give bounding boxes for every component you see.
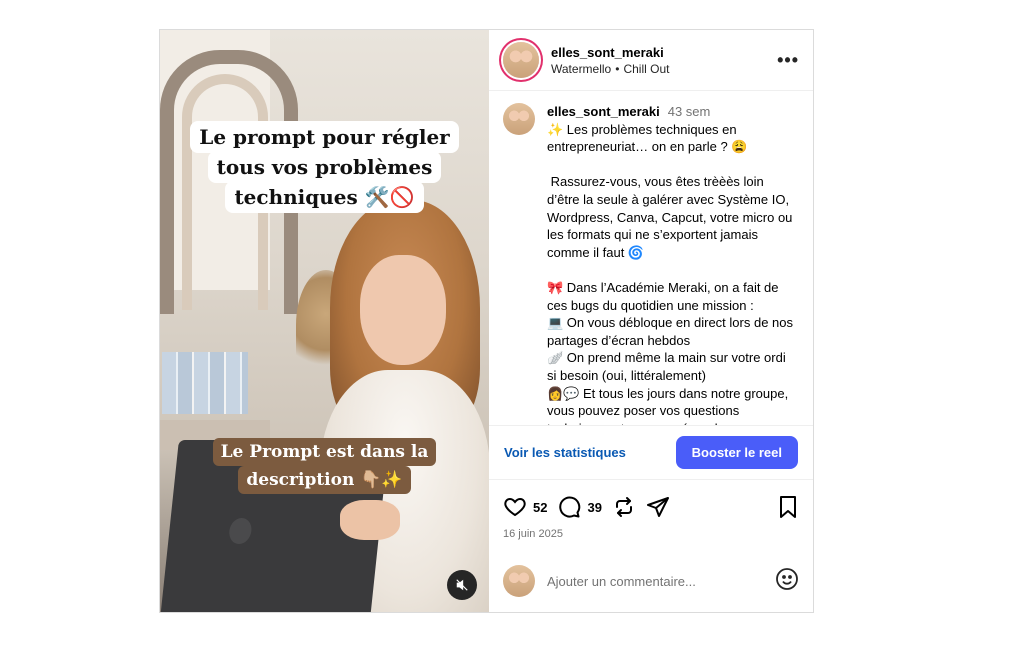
audio-track[interactable]: Chill Out	[623, 62, 669, 76]
post-header: elles_sont_meraki Watermello • Chill Out •…	[489, 30, 813, 91]
audio-artist[interactable]: Watermello	[551, 62, 611, 76]
reel-video[interactable]: Le prompt pour régler tous vos problèmes…	[160, 30, 489, 612]
person-face	[360, 255, 446, 365]
caption-username[interactable]: elles_sont_meraki	[547, 104, 660, 119]
audio-info: Watermello • Chill Out	[551, 62, 777, 76]
caption-line: Le Prompt est dans la	[212, 438, 437, 466]
caption-time: 43 sem	[667, 104, 711, 119]
bookmark-icon	[780, 496, 796, 518]
video-title-overlay: Le prompt pour régler tous vos problèmes…	[160, 121, 489, 213]
like-count: 52	[533, 499, 548, 515]
view-insights-link[interactable]: Voir les statistiques	[504, 445, 626, 460]
like-button[interactable]: 52	[503, 495, 547, 519]
caption-body: elles_sont_meraki 43 sem ✨ Les problèmes …	[547, 103, 797, 425]
action-bar: 52 39 16 juin 2025	[489, 479, 813, 540]
photo-wall	[162, 352, 248, 414]
share-button[interactable]	[646, 495, 670, 519]
person-hand	[340, 500, 400, 540]
title-line: tous vos problèmes	[207, 151, 442, 183]
smiley-icon	[776, 567, 798, 590]
reel-post: Le prompt pour régler tous vos problèmes…	[159, 29, 814, 613]
separator: •	[615, 61, 620, 76]
more-options-button[interactable]: •••	[777, 50, 799, 71]
avatar[interactable]	[503, 103, 535, 135]
caption-line: description 👇🏼✨	[238, 466, 411, 494]
emoji-button[interactable]	[775, 567, 799, 596]
header-username[interactable]: elles_sont_meraki	[551, 45, 777, 60]
heart-icon	[504, 497, 526, 517]
comment-button[interactable]: 39	[557, 495, 602, 519]
repost-button[interactable]	[612, 495, 636, 519]
stats-bar: Voir les statistiques Booster le reel	[489, 425, 813, 479]
add-comment-bar: Ajouter un commentaire...	[489, 550, 813, 612]
repost-icon	[615, 497, 632, 517]
title-line: Le prompt pour régler	[190, 121, 459, 153]
mute-button[interactable]	[447, 570, 477, 600]
caption-area: elles_sont_meraki 43 sem ✨ Les problèmes …	[489, 91, 813, 425]
post-side-panel: elles_sont_meraki Watermello • Chill Out •…	[489, 30, 813, 612]
caption-text: ✨ Les problèmes techniques en entreprene…	[547, 121, 793, 425]
avatar[interactable]	[503, 42, 539, 78]
comment-input[interactable]: Ajouter un commentaire...	[547, 574, 775, 589]
comment-count: 39	[587, 499, 602, 515]
video-caption-overlay: Le Prompt est dans la description 👇🏼✨	[160, 438, 489, 494]
save-button[interactable]	[777, 495, 799, 519]
speaker-muted-icon	[456, 579, 468, 591]
avatar	[503, 565, 535, 597]
send-icon	[646, 497, 669, 517]
comment-icon	[559, 496, 581, 518]
post-date: 16 juin 2025	[503, 528, 563, 540]
boost-reel-button[interactable]: Booster le reel	[675, 436, 798, 469]
title-line: techniques 🛠️🚫	[225, 181, 424, 213]
